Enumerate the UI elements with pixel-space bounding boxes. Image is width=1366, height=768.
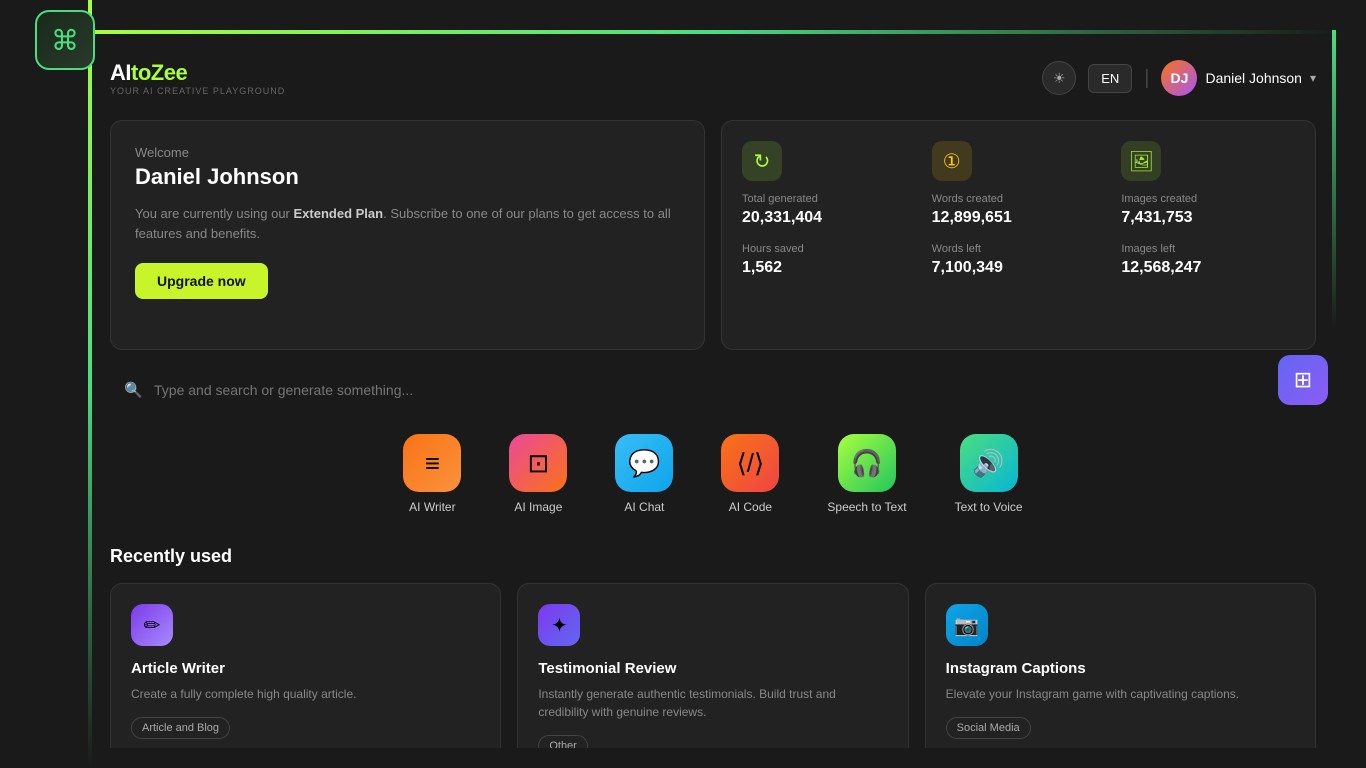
recently-used-title: Recently used xyxy=(110,546,1316,567)
tool-image[interactable]: ⊡ AI Image xyxy=(509,434,567,514)
chevron-down-icon: ▾ xyxy=(1310,71,1316,85)
tool-icon-writer: ≡ xyxy=(403,434,461,492)
metric-value-images_left: 12,568,247 xyxy=(1121,259,1295,277)
search-wrap: 🔍 xyxy=(110,370,1316,410)
metric-total: ↻ Total generated 20,331,404 xyxy=(742,141,916,227)
language-button[interactable]: EN xyxy=(1088,64,1132,93)
metric-icon-images_created: 🖼 xyxy=(1121,141,1161,181)
recent-icon-article-writer: ✏ xyxy=(131,604,173,646)
tool-label-writer: AI Writer xyxy=(409,500,455,514)
tool-label-code: AI Code xyxy=(729,500,772,514)
metric-value-images_created: 7,431,753 xyxy=(1121,209,1295,227)
tool-label-speech: Speech to Text xyxy=(827,500,906,514)
metric-value-hours: 1,562 xyxy=(742,259,916,277)
plan-name: Extended Plan xyxy=(294,206,384,221)
header-right: ☀ EN | DJ Daniel Johnson ▾ xyxy=(1042,60,1316,96)
recently-used-section: Recently used ✏ Article Writer Create a … xyxy=(110,546,1316,748)
recent-tag-article-writer: Article and Blog xyxy=(131,717,230,739)
floating-app-grid[interactable]: ⊞ xyxy=(1278,355,1328,405)
recent-desc-testimonial-review: Instantly generate authentic testimonial… xyxy=(538,685,887,721)
recent-desc-article-writer: Create a fully complete high quality art… xyxy=(131,685,480,703)
recent-card-testimonial-review[interactable]: ✦ Testimonial Review Instantly generate … xyxy=(517,583,908,748)
user-menu[interactable]: DJ Daniel Johnson ▾ xyxy=(1161,60,1316,96)
tool-icon-image: ⊡ xyxy=(509,434,567,492)
metric-label-images_left: Images left xyxy=(1121,243,1295,255)
metric-label-hours: Hours saved xyxy=(742,243,916,255)
main-content: AItoZee Your AI Creative Playground ☀ EN… xyxy=(110,50,1316,748)
metric-words_created: ① Words created 12,899,651 xyxy=(932,141,1106,227)
brand-ai: AI xyxy=(110,60,131,85)
welcome-name: Daniel Johnson xyxy=(135,164,680,190)
logo-icon: ⌘ xyxy=(51,24,79,57)
welcome-card: Welcome Daniel Johnson You are currently… xyxy=(110,120,705,350)
tools-row: ≡ AI Writer ⊡ AI Image 💬 AI Chat ⟨/⟩ AI … xyxy=(110,434,1316,514)
theme-toggle-button[interactable]: ☀ xyxy=(1042,61,1076,95)
metric-images_left: Images left 12,568,247 xyxy=(1121,243,1295,329)
tool-icon-chat: 💬 xyxy=(615,434,673,492)
recent-desc-instagram-captions: Elevate your Instagram game with captiva… xyxy=(946,685,1295,703)
tool-speech[interactable]: 🎧 Speech to Text xyxy=(827,434,906,514)
search-input[interactable] xyxy=(110,370,1316,410)
grid-icon: ⊞ xyxy=(1294,367,1312,393)
tool-code[interactable]: ⟨/⟩ AI Code xyxy=(721,434,779,514)
tool-icon-speech: 🎧 xyxy=(838,434,896,492)
recent-tag-instagram-captions: Social Media xyxy=(946,717,1031,739)
stats-grid: Welcome Daniel Johnson You are currently… xyxy=(110,120,1316,350)
tool-chat[interactable]: 💬 AI Chat xyxy=(615,434,673,514)
recent-title-article-writer: Article Writer xyxy=(131,660,480,677)
desc-prefix: You are currently using our xyxy=(135,206,294,221)
right-accent-bar xyxy=(1332,30,1336,330)
recent-title-testimonial-review: Testimonial Review xyxy=(538,660,887,677)
tool-label-chat: AI Chat xyxy=(624,500,664,514)
metric-icon-words_created: ① xyxy=(932,141,972,181)
header-divider: | xyxy=(1144,67,1149,90)
sun-icon: ☀ xyxy=(1053,70,1066,87)
metric-label-words_created: Words created xyxy=(932,193,1106,205)
welcome-description: You are currently using our Extended Pla… xyxy=(135,204,680,243)
search-container: 🔍 xyxy=(110,370,1316,410)
metric-hours: Hours saved 1,562 xyxy=(742,243,916,329)
metric-value-words_left: 7,100,349 xyxy=(932,259,1106,277)
tool-voice[interactable]: 🔊 Text to Voice xyxy=(955,434,1023,514)
brand-tagline: Your AI Creative Playground xyxy=(110,86,285,96)
metric-icon-total: ↻ xyxy=(742,141,782,181)
recent-title-instagram-captions: Instagram Captions xyxy=(946,660,1295,677)
metric-words_left: Words left 7,100,349 xyxy=(932,243,1106,329)
metric-value-words_created: 12,899,651 xyxy=(932,209,1106,227)
metric-value-total: 20,331,404 xyxy=(742,209,916,227)
recently-used-grid: ✏ Article Writer Create a fully complete… xyxy=(110,583,1316,748)
recent-card-instagram-captions[interactable]: 📷 Instagram Captions Elevate your Instag… xyxy=(925,583,1316,748)
tool-icon-voice: 🔊 xyxy=(960,434,1018,492)
tool-label-image: AI Image xyxy=(514,500,562,514)
metrics-card: ↻ Total generated 20,331,404 ① Words cre… xyxy=(721,120,1316,350)
top-accent-bar xyxy=(88,30,1336,34)
metric-label-total: Total generated xyxy=(742,193,916,205)
brand-logo: AItoZee Your AI Creative Playground xyxy=(110,60,285,96)
metric-label-images_created: Images created xyxy=(1121,193,1295,205)
brand-tozee: toZee xyxy=(131,60,187,85)
avatar: DJ xyxy=(1161,60,1197,96)
logo-area: ⌘ xyxy=(35,10,105,80)
recent-icon-testimonial-review: ✦ xyxy=(538,604,580,646)
logo-box[interactable]: ⌘ xyxy=(35,10,95,70)
metric-label-words_left: Words left xyxy=(932,243,1106,255)
tool-label-voice: Text to Voice xyxy=(955,500,1023,514)
brand-name: AItoZee xyxy=(110,60,285,86)
left-accent-bar xyxy=(88,0,92,768)
metric-images_created: 🖼 Images created 7,431,753 xyxy=(1121,141,1295,227)
recent-tag-testimonial-review: Other xyxy=(538,735,588,748)
header: AItoZee Your AI Creative Playground ☀ EN… xyxy=(110,50,1316,96)
tool-icon-code: ⟨/⟩ xyxy=(721,434,779,492)
user-name-label: Daniel Johnson xyxy=(1205,70,1302,86)
welcome-label: Welcome xyxy=(135,145,680,160)
tool-writer[interactable]: ≡ AI Writer xyxy=(403,434,461,514)
recent-card-article-writer[interactable]: ✏ Article Writer Create a fully complete… xyxy=(110,583,501,748)
upgrade-now-button[interactable]: Upgrade now xyxy=(135,263,268,299)
recent-icon-instagram-captions: 📷 xyxy=(946,604,988,646)
